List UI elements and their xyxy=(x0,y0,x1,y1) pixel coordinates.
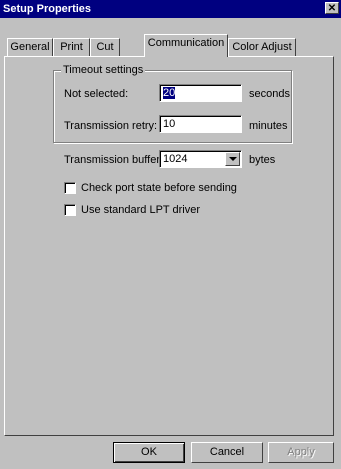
tab-label: Print xyxy=(60,41,83,53)
tab-cut[interactable]: Cut xyxy=(90,38,120,56)
dropdown-button[interactable] xyxy=(225,152,240,166)
tab-label: General xyxy=(10,41,50,53)
check-port-state-checkbox[interactable] xyxy=(64,182,76,194)
title-bar: Setup Properties ✕ xyxy=(0,0,341,18)
close-button[interactable]: ✕ xyxy=(325,2,339,14)
apply-label: Apply xyxy=(287,446,315,458)
not-selected-unit: seconds xyxy=(249,88,290,100)
not-selected-value: 20 xyxy=(163,87,176,99)
use-standard-lpt-label: Use standard LPT driver xyxy=(81,204,201,216)
tab-label: Cut xyxy=(96,41,114,53)
transmission-retry-value: 10 xyxy=(163,118,176,130)
apply-button[interactable]: Apply xyxy=(268,442,334,463)
tab-general[interactable]: General xyxy=(7,38,53,56)
ok-label: OK xyxy=(141,446,157,458)
tab-communication[interactable]: Communication xyxy=(144,34,228,57)
transmission-buffer-label: Transmission buffer: xyxy=(64,154,164,166)
tab-print[interactable]: Print xyxy=(53,38,90,56)
transmission-buffer-value: 1024 xyxy=(163,153,188,165)
ok-button[interactable]: OK xyxy=(113,442,185,463)
close-icon: ✕ xyxy=(327,3,337,14)
transmission-retry-unit: minutes xyxy=(249,120,288,132)
tab-label: Communication xyxy=(147,37,225,49)
not-selected-input[interactable]: 20 xyxy=(159,84,242,102)
tab-color-adjust[interactable]: Color Adjust xyxy=(228,38,296,56)
timeout-settings-title: Timeout settings xyxy=(61,63,146,77)
chevron-down-icon xyxy=(229,157,237,161)
transmission-retry-label: Transmission retry: xyxy=(64,120,158,132)
transmission-buffer-select[interactable]: 1024 xyxy=(159,150,242,168)
not-selected-label: Not selected: xyxy=(64,88,129,100)
tab-label: Color Adjust xyxy=(232,41,292,53)
window-title: Setup Properties xyxy=(3,3,92,15)
cancel-button[interactable]: Cancel xyxy=(191,442,263,463)
cancel-label: Cancel xyxy=(209,446,245,458)
check-port-state-label: Check port state before sending xyxy=(81,182,237,194)
use-standard-lpt-checkbox[interactable] xyxy=(64,204,76,216)
transmission-retry-input[interactable]: 10 xyxy=(159,115,242,133)
transmission-buffer-unit: bytes xyxy=(249,154,276,166)
setup-properties-dialog: Setup Properties ✕ General Print Cut Com… xyxy=(0,0,341,469)
